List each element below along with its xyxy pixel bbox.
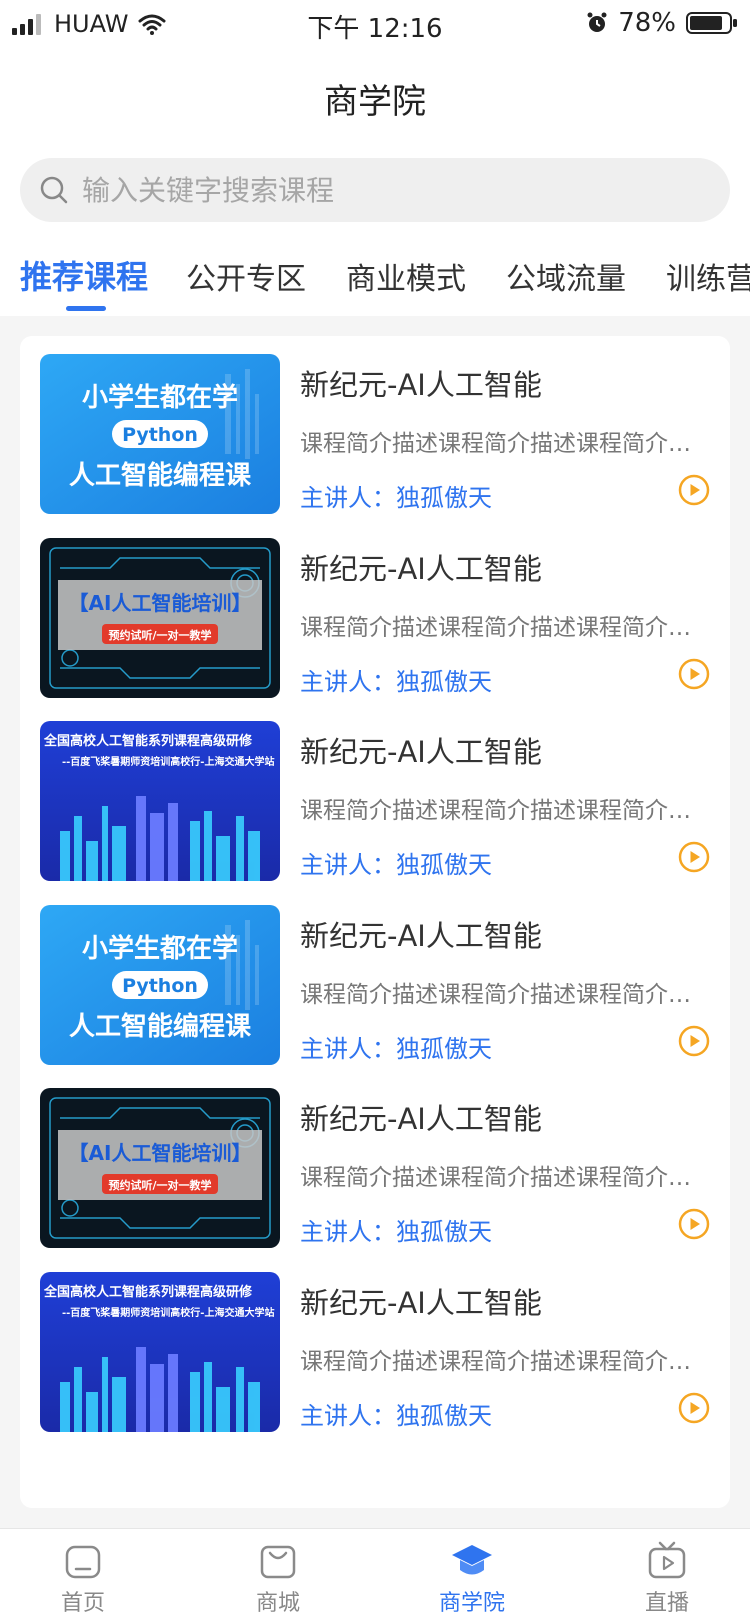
- course-thumbnail[interactable]: 【AI人工智能培训】 预约试听/一对一教学: [40, 1088, 280, 1248]
- thumb-badge: Python: [122, 424, 198, 446]
- tab-recommended[interactable]: 推荐课程: [20, 252, 148, 298]
- python-course-thumbnail: 小学生都在学 Python 人工智能编程课: [40, 354, 280, 514]
- tabbar-business-school[interactable]: 商学院: [412, 1539, 532, 1617]
- course-thumbnail[interactable]: 全国高校人工智能系列课程高级研修 --百度飞桨暑期师资培训高校行-上海交通大学站: [40, 1271, 280, 1432]
- tab-business-model[interactable]: 商业模式: [346, 254, 466, 298]
- tv-play-icon: [648, 1541, 686, 1579]
- course-title[interactable]: 新纪元-AI人工智能: [300, 1280, 542, 1322]
- graduation-cap-icon: [452, 1545, 492, 1575]
- course-lecturer: 主讲人：独孤傲天: [300, 1034, 492, 1063]
- tabbar-label: 商学院: [438, 1591, 505, 1616]
- tab-public-traffic[interactable]: 公域流量: [506, 254, 626, 298]
- course-description: 课程简介描述课程简介描述课程简介描述: [300, 981, 700, 1008]
- tabbar-label: 商城: [255, 1591, 300, 1616]
- thumb-line2: 人工智能编程课: [69, 1011, 252, 1042]
- thumb-sub: 预约试听/一对一教学: [108, 628, 211, 642]
- ai-training-thumbnail: 【AI人工智能培训】 预约试听/一对一教学: [40, 1088, 280, 1248]
- python-course-thumbnail: 小学生都在学 Python 人工智能编程课: [40, 904, 280, 1065]
- tabbar-mall[interactable]: 商城: [218, 1539, 338, 1617]
- tabbar-label: 直播: [644, 1591, 689, 1616]
- thumb-sub: --百度飞桨暑期师资培训高校行-上海交通大学站: [62, 1306, 274, 1319]
- course-description: 课程简介描述课程简介描述课程简介描述: [300, 431, 700, 457]
- thumb-title: 全国高校人工智能系列课程高级研修: [43, 1284, 253, 1300]
- course-title[interactable]: 新纪元-AI人工智能: [300, 362, 542, 404]
- course-thumbnail[interactable]: 小学生都在学 Python 人工智能编程课: [40, 354, 280, 514]
- ai-training-thumbnail: 【AI人工智能培训】 预约试听/一对一教学: [40, 537, 280, 698]
- battery-icon: [686, 12, 737, 34]
- alarm-icon: [587, 12, 607, 32]
- course-title[interactable]: 新纪元-AI人工智能: [300, 729, 542, 771]
- thumb-title: 【AI人工智能培训】: [69, 1141, 252, 1165]
- search-input[interactable]: [82, 158, 702, 222]
- course-title[interactable]: 新纪元-AI人工智能: [300, 913, 542, 955]
- course-thumbnail[interactable]: 【AI人工智能培训】 预约试听/一对一教学: [40, 537, 280, 698]
- thumb-sub: 预约试听/一对一教学: [108, 1178, 211, 1192]
- course-lecturer: 主讲人：独孤傲天: [300, 484, 492, 512]
- course-thumbnail[interactable]: 全国高校人工智能系列课程高级研修 --百度飞桨暑期师资培训高校行-上海交通大学站: [40, 721, 280, 881]
- course-thumbnail[interactable]: 小学生都在学 Python 人工智能编程课: [40, 904, 280, 1065]
- course-item[interactable]: 全国高校人工智能系列课程高级研修 --百度飞桨暑期师资培训高校行-上海交通大学站…: [40, 721, 710, 883]
- course-list: 小学生都在学 Python 人工智能编程课 新纪元-AI人工智能课程简介描述课程…: [20, 336, 730, 1508]
- course-description: 课程简介描述课程简介描述课程简介描述: [300, 1165, 700, 1191]
- course-description: 课程简介描述课程简介描述课程简介描述: [300, 614, 700, 641]
- search-icon: [40, 176, 68, 204]
- course-lecturer: 主讲人：独孤傲天: [300, 1218, 492, 1246]
- home-icon: [65, 1545, 101, 1579]
- play-icon[interactable]: [678, 1392, 710, 1424]
- thumb-title: 全国高校人工智能系列课程高级研修: [43, 733, 253, 749]
- seminar-thumbnail: 全国高校人工智能系列课程高级研修 --百度飞桨暑期师资培训高校行-上海交通大学站: [40, 1271, 280, 1432]
- bottom-tab-bar: 首页 商城 商学院 直播: [0, 1528, 750, 1624]
- course-item[interactable]: 【AI人工智能培训】 预约试听/一对一教学 新纪元-AI人工智能课程简介描述课程…: [40, 537, 710, 700]
- course-item[interactable]: 全国高校人工智能系列课程高级研修 --百度飞桨暑期师资培训高校行-上海交通大学站…: [40, 1271, 710, 1434]
- battery-percent: 78%: [618, 8, 676, 38]
- active-tab-indicator: [66, 306, 106, 311]
- course-item[interactable]: 【AI人工智能培训】 预约试听/一对一教学 新纪元-AI人工智能课程简介描述课程…: [40, 1088, 710, 1250]
- course-item[interactable]: 小学生都在学 Python 人工智能编程课 新纪元-AI人工智能课程简介描述课程…: [40, 904, 710, 1067]
- page-title: 商学院: [324, 82, 426, 122]
- play-icon[interactable]: [678, 1208, 710, 1240]
- tabbar-home[interactable]: 首页: [23, 1539, 143, 1617]
- course-lecturer: 主讲人：独孤傲天: [300, 667, 492, 696]
- thumb-line2: 人工智能编程课: [69, 460, 252, 491]
- course-lecturer: 主讲人：独孤傲天: [300, 851, 492, 879]
- tab-public-zone[interactable]: 公开专区: [186, 254, 306, 298]
- course-description: 课程简介描述课程简介描述课程简介描述: [300, 798, 700, 824]
- title-bar: 商学院: [0, 50, 750, 150]
- play-icon[interactable]: [678, 474, 710, 506]
- status-bar: HUAW 下午 12:16 78%: [0, 0, 750, 50]
- play-icon[interactable]: [678, 658, 710, 690]
- search-box[interactable]: [20, 158, 730, 222]
- thumb-badge: Python: [122, 975, 198, 997]
- tabbar-label: 首页: [60, 1591, 105, 1616]
- course-title[interactable]: 新纪元-AI人工智能: [300, 1096, 542, 1138]
- tabbar-live[interactable]: 直播: [607, 1539, 727, 1617]
- seminar-thumbnail: 全国高校人工智能系列课程高级研修 --百度飞桨暑期师资培训高校行-上海交通大学站: [40, 721, 280, 881]
- category-tabs: 推荐课程 公开专区 商业模式 公域流量 训练营: [0, 230, 750, 316]
- course-title[interactable]: 新纪元-AI人工智能: [300, 546, 542, 588]
- thumb-line1: 小学生都在学: [82, 933, 238, 964]
- shopping-bag-icon: [260, 1545, 296, 1579]
- play-icon[interactable]: [678, 841, 710, 873]
- course-item[interactable]: 小学生都在学 Python 人工智能编程课 新纪元-AI人工智能课程简介描述课程…: [40, 354, 710, 516]
- tab-training-camp[interactable]: 训练营: [666, 254, 750, 298]
- thumb-line1: 小学生都在学: [82, 382, 238, 413]
- thumb-sub: --百度飞桨暑期师资培训高校行-上海交通大学站: [62, 755, 274, 768]
- thumb-title: 【AI人工智能培训】: [69, 591, 252, 615]
- play-icon[interactable]: [678, 1025, 710, 1057]
- course-description: 课程简介描述课程简介描述课程简介描述: [300, 1348, 700, 1375]
- course-lecturer: 主讲人：独孤傲天: [300, 1401, 492, 1430]
- search-bar: [0, 150, 750, 230]
